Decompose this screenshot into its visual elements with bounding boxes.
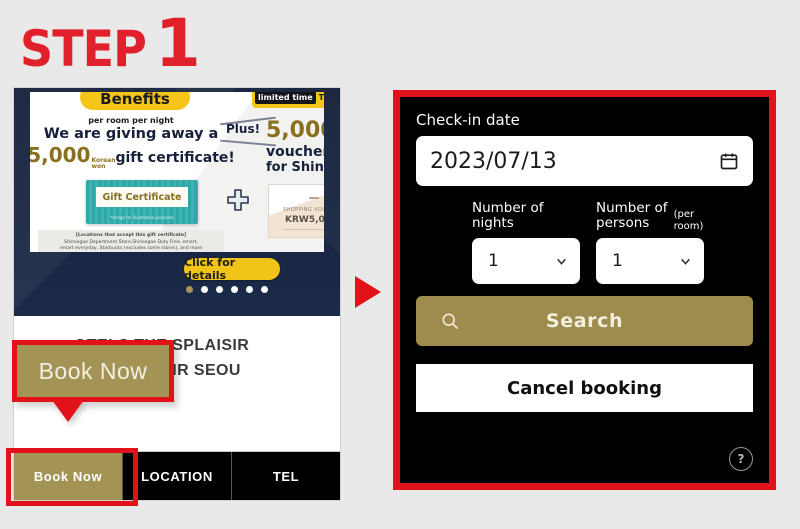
- nights-label: Number of nights: [472, 199, 544, 232]
- gift-amount-number: 5,000: [30, 143, 91, 167]
- carousel-dot[interactable]: [261, 286, 268, 293]
- carousel-dot[interactable]: [246, 286, 253, 293]
- checkin-date-input[interactable]: 2023/07/13: [416, 136, 753, 186]
- search-button[interactable]: Search: [416, 296, 753, 346]
- plus-label: Plus!: [226, 122, 261, 136]
- promo-left-copy: per room per night We are giving away a …: [30, 116, 235, 170]
- chevron-down-icon[interactable]: [679, 255, 692, 268]
- step-header: STEP 1: [20, 5, 201, 82]
- cancel-booking-button[interactable]: Cancel booking: [416, 364, 753, 412]
- benefits-pill: Benefits: [80, 92, 190, 110]
- nights-group: Number of nights 1: [472, 196, 580, 284]
- voucher-word: voucher: [266, 144, 324, 160]
- per-room-per-night: per room per night: [88, 116, 174, 125]
- book-now-callout: Book Now: [12, 340, 174, 402]
- search-button-label: Search: [545, 310, 624, 332]
- checkin-date-label: Check-in date: [416, 111, 520, 129]
- gift-certificate-note: *Image for illustrative purposes: [110, 215, 174, 220]
- gift-certificate-text: gift certificate!: [115, 150, 235, 166]
- limited-time-badge: limited time: [255, 92, 316, 104]
- book-now-callout-label: Book Now: [38, 357, 148, 384]
- giveaway-headline: We are giving away a: [43, 126, 219, 142]
- tab-tel[interactable]: TEL: [232, 452, 340, 500]
- accepted-locations-note: [Locations that accept this gift certifi…: [38, 230, 224, 252]
- promo-right-copy: 5,000 voucher(gift c for Shinsegae Duty: [266, 118, 324, 175]
- voucher-krw-amount: KRW5,000: [285, 215, 324, 225]
- nights-value: 1: [488, 251, 499, 271]
- gift-amount-currency: Korean won: [91, 157, 116, 170]
- booking-panel: Check-in date 2023/07/13 Number of night…: [393, 90, 776, 490]
- persons-label: Number of persons (per room): [596, 196, 704, 232]
- persons-label-main: Number of persons: [596, 199, 668, 232]
- carousel-dots[interactable]: [186, 286, 268, 293]
- promo-card: Benefits limited time Through De per roo…: [30, 92, 324, 252]
- gift-certificate-label: Gift Certificate: [102, 191, 182, 203]
- search-icon: [442, 313, 459, 330]
- click-for-details-button[interactable]: Click for details: [184, 256, 280, 282]
- occupancy-selectors: Number of nights 1 Number of persons (pe…: [416, 196, 753, 284]
- persons-group: Number of persons (per room) 1: [596, 196, 704, 284]
- step-word: STEP: [20, 20, 147, 78]
- carousel-dot[interactable]: [201, 286, 208, 293]
- callout-pointer: [52, 400, 84, 422]
- voucher-line: voucher(gift c: [266, 144, 324, 160]
- phone-screenshot: Benefits limited time Through De per roo…: [14, 88, 340, 500]
- flow-arrow-icon: [355, 276, 381, 308]
- limited-time-period: Through De: [318, 92, 324, 102]
- persons-select[interactable]: 1: [596, 238, 704, 284]
- step-number: 1: [154, 5, 201, 82]
- gift-certificate-image: Gift Certificate *Image for illustrative…: [86, 180, 198, 224]
- gift-certificate-inner: Gift Certificate: [96, 187, 188, 207]
- voucher-shop-text: SHOPPING VOUC: [283, 207, 324, 213]
- promo-banner[interactable]: Benefits limited time Through De per roo…: [14, 88, 340, 316]
- carousel-dot[interactable]: [231, 286, 238, 293]
- gift-amount-line: 5,000 Korean won gift certificate!: [30, 143, 235, 170]
- calendar-icon[interactable]: [719, 151, 739, 171]
- locations-title: [Locations that accept this gift certifi…: [75, 233, 187, 238]
- limited-time-strip: limited time Through De: [252, 92, 324, 108]
- shinsegae-duty-line: for Shinsegae Duty: [266, 160, 324, 175]
- carousel-dot[interactable]: [216, 286, 223, 293]
- tab-location[interactable]: LOCATION: [123, 452, 232, 500]
- shopping-voucher-image: SHOPPING VOUC KRW5,000: [268, 184, 324, 238]
- persons-label-small: (per room): [673, 209, 704, 232]
- voucher-amount-number: 5,000: [266, 118, 324, 143]
- cancel-booking-label: Cancel booking: [507, 377, 662, 399]
- plus-icon: [227, 189, 249, 211]
- locations-line-2: emart everyday, Starbucks (excludes some…: [59, 246, 203, 252]
- book-now-tab-highlight: [6, 448, 138, 506]
- help-icon[interactable]: ?: [729, 447, 753, 471]
- nights-select[interactable]: 1: [472, 238, 580, 284]
- persons-value: 1: [612, 251, 623, 271]
- checkin-date-value: 2023/07/13: [430, 148, 557, 174]
- chevron-down-icon[interactable]: [555, 255, 568, 268]
- carousel-dot[interactable]: [186, 286, 193, 293]
